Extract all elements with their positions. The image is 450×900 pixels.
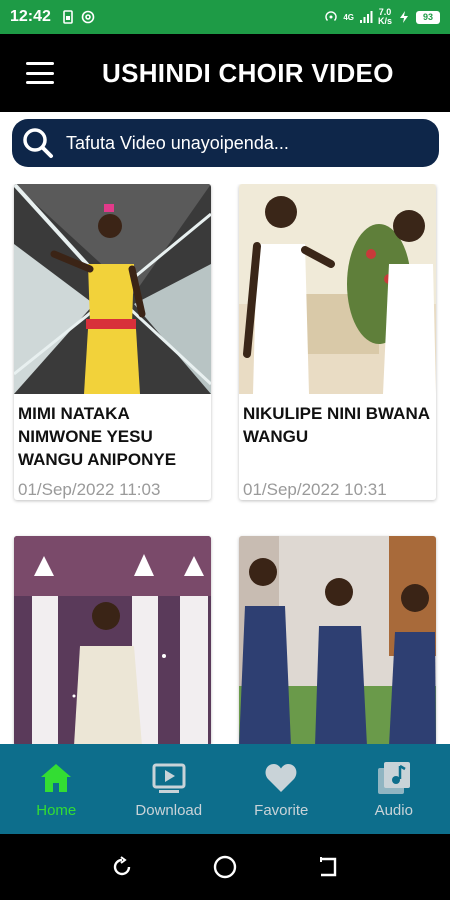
video-title: MIMI NATAKA NIMWONE YESU WANGU ANIPONYE <box>18 404 177 469</box>
hamburger-menu-icon[interactable] <box>26 62 54 84</box>
video-title: NIKULIPE NINI BWANA WANGU <box>243 404 430 446</box>
nav-label-download: Download <box>135 801 203 819</box>
charging-icon <box>400 11 408 23</box>
nav-label-audio: Audio <box>374 801 413 819</box>
search-input[interactable] <box>66 132 426 154</box>
net-speed: 7.0 K/s <box>377 7 392 26</box>
back-icon[interactable] <box>315 854 341 880</box>
video-card[interactable]: MIMI NATAKA NIMWONE YESU WANGU ANIPONYE … <box>14 184 211 500</box>
video-download-icon[interactable] <box>151 760 187 796</box>
search-icon[interactable] <box>20 125 56 161</box>
video-date: 01/Sep/2022 11:03 <box>18 480 161 499</box>
video-thumbnail[interactable] <box>14 536 211 744</box>
nav-audio[interactable]: Audio <box>338 744 450 834</box>
video-card[interactable] <box>14 536 211 744</box>
home-circle-icon[interactable] <box>212 854 238 880</box>
search-bar[interactable] <box>12 119 439 167</box>
sim-card-icon <box>63 10 73 24</box>
hotspot-icon <box>325 11 337 21</box>
home-icon[interactable] <box>38 760 74 796</box>
at-sign-icon <box>81 10 95 24</box>
network-type: 4G <box>343 12 354 22</box>
status-bar: 12:42 4G 7.0 K/s 93 <box>0 0 450 34</box>
nav-favorite[interactable]: Favorite <box>225 744 338 834</box>
app-title: USHINDI CHOIR VIDEO <box>102 57 394 88</box>
music-note-icon[interactable] <box>376 760 412 796</box>
video-card[interactable] <box>239 536 436 744</box>
nav-label-favorite: Favorite <box>254 801 309 819</box>
recent-apps-icon[interactable] <box>109 854 135 880</box>
video-thumbnail[interactable] <box>239 536 436 744</box>
battery-icon: 93 <box>416 10 440 24</box>
video-thumbnail[interactable] <box>14 184 211 394</box>
video-date: 01/Sep/2022 10:31 <box>243 480 387 499</box>
signal-icon <box>359 11 373 23</box>
app-bar: USHINDI CHOIR VIDEO <box>0 34 450 112</box>
video-card[interactable]: NIKULIPE NINI BWANA WANGU 01/Sep/2022 10… <box>239 184 436 500</box>
nav-label-home: Home <box>36 801 77 819</box>
video-thumbnail[interactable] <box>239 184 436 394</box>
nav-download[interactable]: Download <box>113 744 226 834</box>
heart-icon[interactable] <box>263 760 299 796</box>
system-navigation-bar <box>0 834 450 900</box>
nav-home[interactable]: Home <box>0 744 113 834</box>
video-grid: MIMI NATAKA NIMWONE YESU WANGU ANIPONYE … <box>0 184 450 744</box>
status-time: 12:42 <box>10 8 51 25</box>
bottom-navigation: Home Download Favorite Audio <box>0 744 450 834</box>
